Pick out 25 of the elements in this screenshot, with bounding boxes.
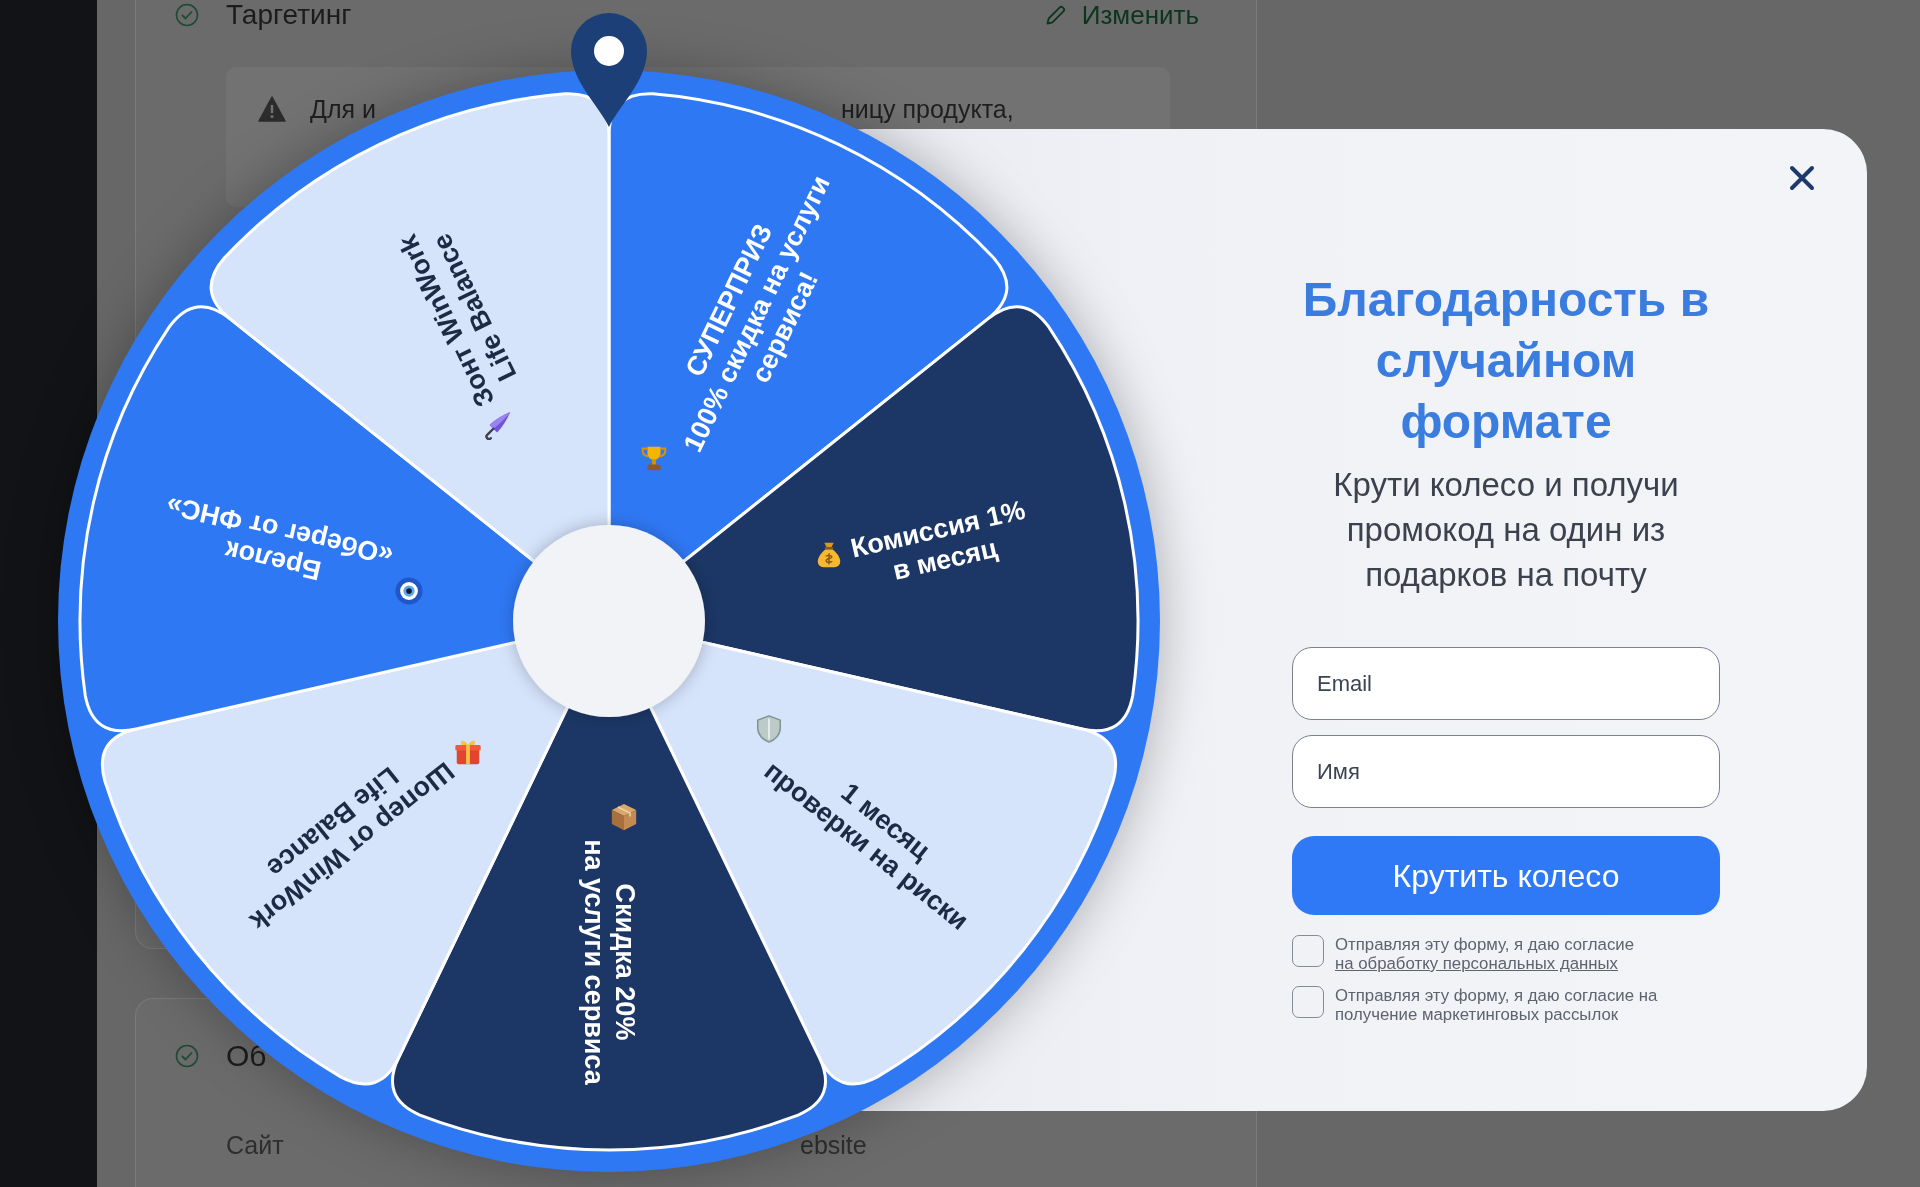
popup-subtitle: Крути колесо и получи промокод на один из подарков на почту xyxy=(1332,465,1680,595)
spin-button[interactable]: Крутить колесо xyxy=(1292,836,1720,915)
amulet-icon xyxy=(393,575,424,606)
check-circle-icon xyxy=(175,1044,199,1068)
name-field[interactable]: Имя xyxy=(1292,735,1720,808)
edit-link[interactable]: Изменить xyxy=(1043,0,1199,30)
popup-title: Благодарность в случайном формате xyxy=(1301,272,1711,450)
check-circle-icon xyxy=(175,3,199,27)
section-title: Таргетинг xyxy=(226,0,352,30)
checkbox[interactable] xyxy=(1292,935,1324,967)
consent-text: Отправляя эту форму, я даю согласие на получение маркетинговых рассылок xyxy=(1335,986,1659,1024)
notice-text: ницу продукта, xyxy=(841,95,1014,123)
warning-icon xyxy=(258,96,286,122)
email-field[interactable]: Email xyxy=(1292,647,1720,720)
consent-text: Отправляя эту форму, я даю согласие на обработку персональных данных xyxy=(1335,935,1635,973)
field-label: Сайт xyxy=(226,1131,284,1159)
segment-label: на услуги сервиса xyxy=(578,839,609,1085)
checkbox[interactable] xyxy=(1292,986,1324,1018)
segment-label: Скидка 20% xyxy=(609,883,640,1041)
pin-icon xyxy=(569,11,649,129)
close-icon xyxy=(1789,165,1815,191)
field-value: ebsite xyxy=(800,1131,867,1159)
package-icon xyxy=(609,801,639,832)
notice-text: Для и xyxy=(310,95,376,123)
consent-link[interactable]: на обработку персональных данных xyxy=(1335,954,1618,973)
